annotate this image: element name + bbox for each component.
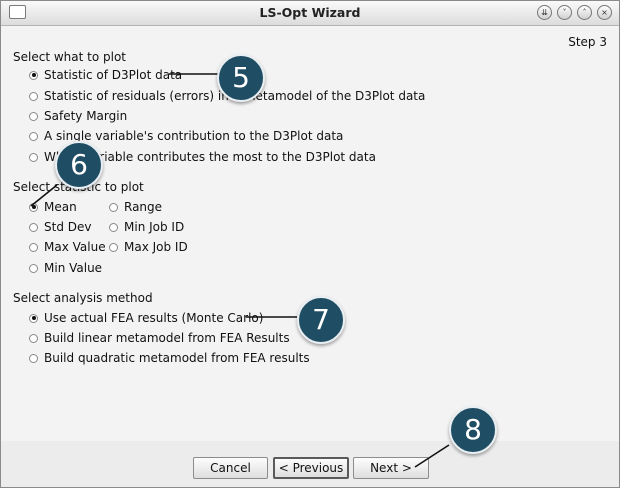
leader-line-6 [30, 184, 58, 207]
leader-line-8 [414, 444, 450, 468]
callout-badge-6: 6 [55, 141, 103, 189]
callout-badge-8: 8 [449, 406, 497, 454]
callout-badge-5: 5 [217, 54, 265, 102]
wizard-window: LS-Opt Wizard ⇊ ˅ ˄ × Step 3 Select what… [0, 0, 620, 488]
callout-badge-7: 7 [297, 296, 345, 344]
callout-leader-lines [30, 73, 450, 468]
